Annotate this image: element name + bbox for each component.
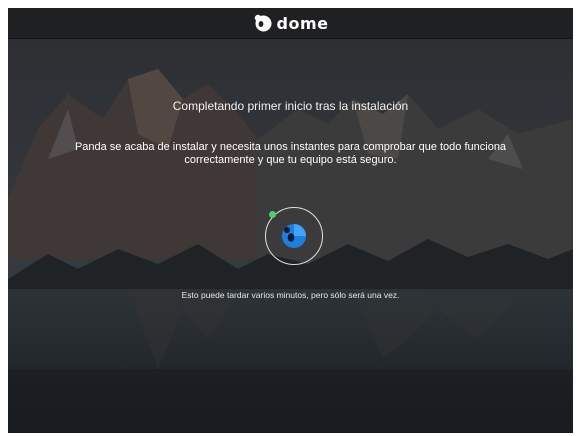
panda-logo-icon	[254, 14, 272, 32]
app-logo: dome	[253, 13, 329, 33]
title-bar: dome	[8, 8, 573, 39]
setup-content: Completando primer inicio tras la instal…	[8, 39, 573, 433]
app-name: dome	[276, 13, 329, 33]
duration-note: Esto puede tardar varios minutos, pero s…	[181, 290, 400, 300]
progress-spinner	[265, 207, 325, 267]
page-title: Completando primer inicio tras la instal…	[172, 99, 409, 113]
setup-description: Panda se acaba de instalar y necesita un…	[74, 141, 507, 166]
app-window: dome Completando primer inicio tras la i…	[8, 8, 573, 433]
panda-progress-icon	[282, 224, 306, 248]
spinner-progress-dot	[269, 211, 276, 218]
